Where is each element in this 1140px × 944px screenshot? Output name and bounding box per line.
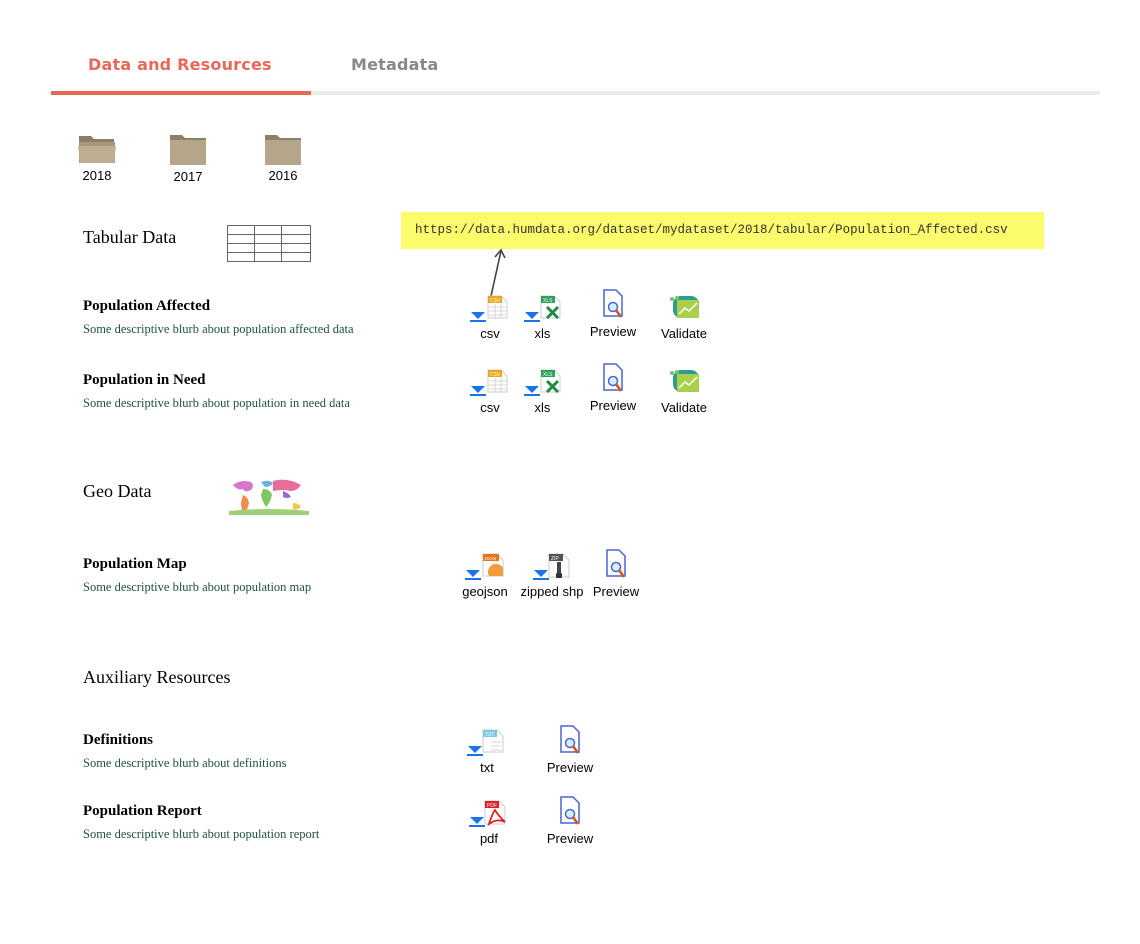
resource-description: Some descriptive blurb about population … [83, 396, 350, 410]
validate-button[interactable]: Validate [658, 366, 710, 415]
pointer-arrow-icon [490, 248, 506, 297]
download-geojson-button[interactable]: JSON geojson [460, 552, 510, 599]
download-arrow-icon [523, 312, 540, 322]
folder-open-icon [78, 136, 116, 163]
preview-button[interactable]: Preview [545, 725, 595, 775]
folder-2017[interactable]: 2017 [153, 132, 223, 184]
button-label: Preview [546, 760, 594, 775]
button-label: zipped shp [520, 584, 584, 599]
download-xls-button[interactable]: XLS xls [520, 294, 565, 341]
url-tooltip: https://data.humdata.org/dataset/mydatas… [401, 212, 1044, 249]
svg-text:TXT: TXT [485, 732, 494, 738]
download-txt-button[interactable]: TXT txt [461, 728, 513, 775]
preview-button[interactable]: Preview [591, 549, 641, 599]
preview-magnifier-icon [560, 725, 580, 754]
button-label: csv [480, 326, 500, 341]
download-arrow-icon [470, 386, 486, 396]
folder-2018[interactable]: 2018 [62, 132, 132, 183]
button-label: pdf [479, 831, 499, 846]
resource-name[interactable]: Population Map [83, 556, 187, 573]
svg-text:XLS: XLS [543, 372, 553, 378]
folder-icon [265, 135, 301, 165]
validate-icon [670, 370, 699, 392]
download-arrow-icon [465, 570, 481, 580]
download-arrow-icon [470, 312, 486, 322]
preview-magnifier-icon [603, 363, 623, 392]
button-label: xls [534, 326, 551, 341]
resource-name[interactable]: Population Report [83, 803, 202, 820]
section-title-geo: Geo Data [83, 481, 152, 501]
section-title-tabular: Tabular Data [83, 227, 177, 247]
svg-text:CSV: CSV [490, 372, 501, 378]
download-csv-button[interactable]: CSV csv [464, 368, 516, 415]
preview-button[interactable]: Preview [545, 796, 595, 846]
button-label: Validate [660, 400, 707, 415]
button-label: csv [480, 400, 500, 415]
validate-button[interactable]: Validate [658, 292, 710, 341]
download-arrow-icon [523, 386, 540, 396]
download-zipped-shp-button[interactable]: ZIP zipped shp [519, 552, 585, 599]
svg-text:PDF: PDF [487, 803, 497, 809]
button-label: Preview [589, 324, 637, 339]
validate-icon [670, 296, 699, 318]
xls-file-icon: XLS [540, 369, 560, 393]
resource-description: Some descriptive blurb about definitions [83, 756, 287, 770]
download-pdf-button[interactable]: PDF pdf [464, 799, 514, 846]
button-label: xls [534, 400, 551, 415]
button-label: Preview [546, 831, 594, 846]
tab-metadata[interactable]: Metadata [351, 55, 439, 74]
csv-file-icon: CSV [487, 295, 508, 319]
resource-description: Some descriptive blurb about population … [83, 580, 312, 594]
resource-description: Some descriptive blurb about population … [83, 827, 320, 841]
folder-2016[interactable]: 2016 [248, 132, 318, 183]
url-tooltip-text: https://data.humdata.org/dataset/mydatas… [415, 223, 1008, 237]
geojson-file-icon: JSON [482, 553, 504, 577]
button-label: txt [480, 760, 494, 775]
button-label: Preview [592, 584, 640, 599]
preview-magnifier-icon [603, 289, 623, 318]
zip-file-icon: ZIP [548, 553, 570, 578]
pdf-file-icon: PDF [484, 800, 506, 826]
txt-file-icon: TXT [482, 729, 504, 753]
preview-magnifier-icon [606, 549, 626, 578]
folder-label: 2018 [82, 168, 112, 183]
folder-label: 2017 [173, 169, 203, 184]
resource-name[interactable]: Population Affected [83, 298, 210, 315]
preview-button[interactable]: Preview [588, 289, 638, 339]
tab-data-and-resources[interactable]: Data and Resources [88, 55, 272, 74]
download-xls-button[interactable]: XLS xls [520, 368, 565, 415]
svg-text:CSV: CSV [490, 298, 501, 304]
button-label: Preview [589, 398, 637, 413]
table-icon [227, 225, 311, 262]
svg-text:XLS: XLS [543, 298, 553, 304]
resource-description: Some descriptive blurb about population … [83, 322, 354, 336]
svg-text:JSON: JSON [484, 556, 496, 561]
csv-file-icon: CSV [487, 369, 508, 393]
button-label: Validate [660, 326, 707, 341]
world-map-icon [229, 479, 309, 515]
svg-text:ZIP: ZIP [551, 556, 559, 562]
xls-file-icon: XLS [540, 295, 560, 319]
resource-name[interactable]: Definitions [83, 732, 153, 749]
folder-icon [170, 135, 206, 165]
button-label: geojson [462, 584, 508, 599]
preview-magnifier-icon [560, 796, 580, 825]
download-csv-button[interactable]: CSV csv [464, 294, 516, 341]
section-title-auxiliary: Auxiliary Resources [83, 667, 231, 687]
resource-name[interactable]: Population in Need [83, 372, 206, 389]
preview-button[interactable]: Preview [588, 363, 638, 413]
tab-active-indicator [51, 91, 311, 95]
folder-label: 2016 [268, 168, 298, 183]
